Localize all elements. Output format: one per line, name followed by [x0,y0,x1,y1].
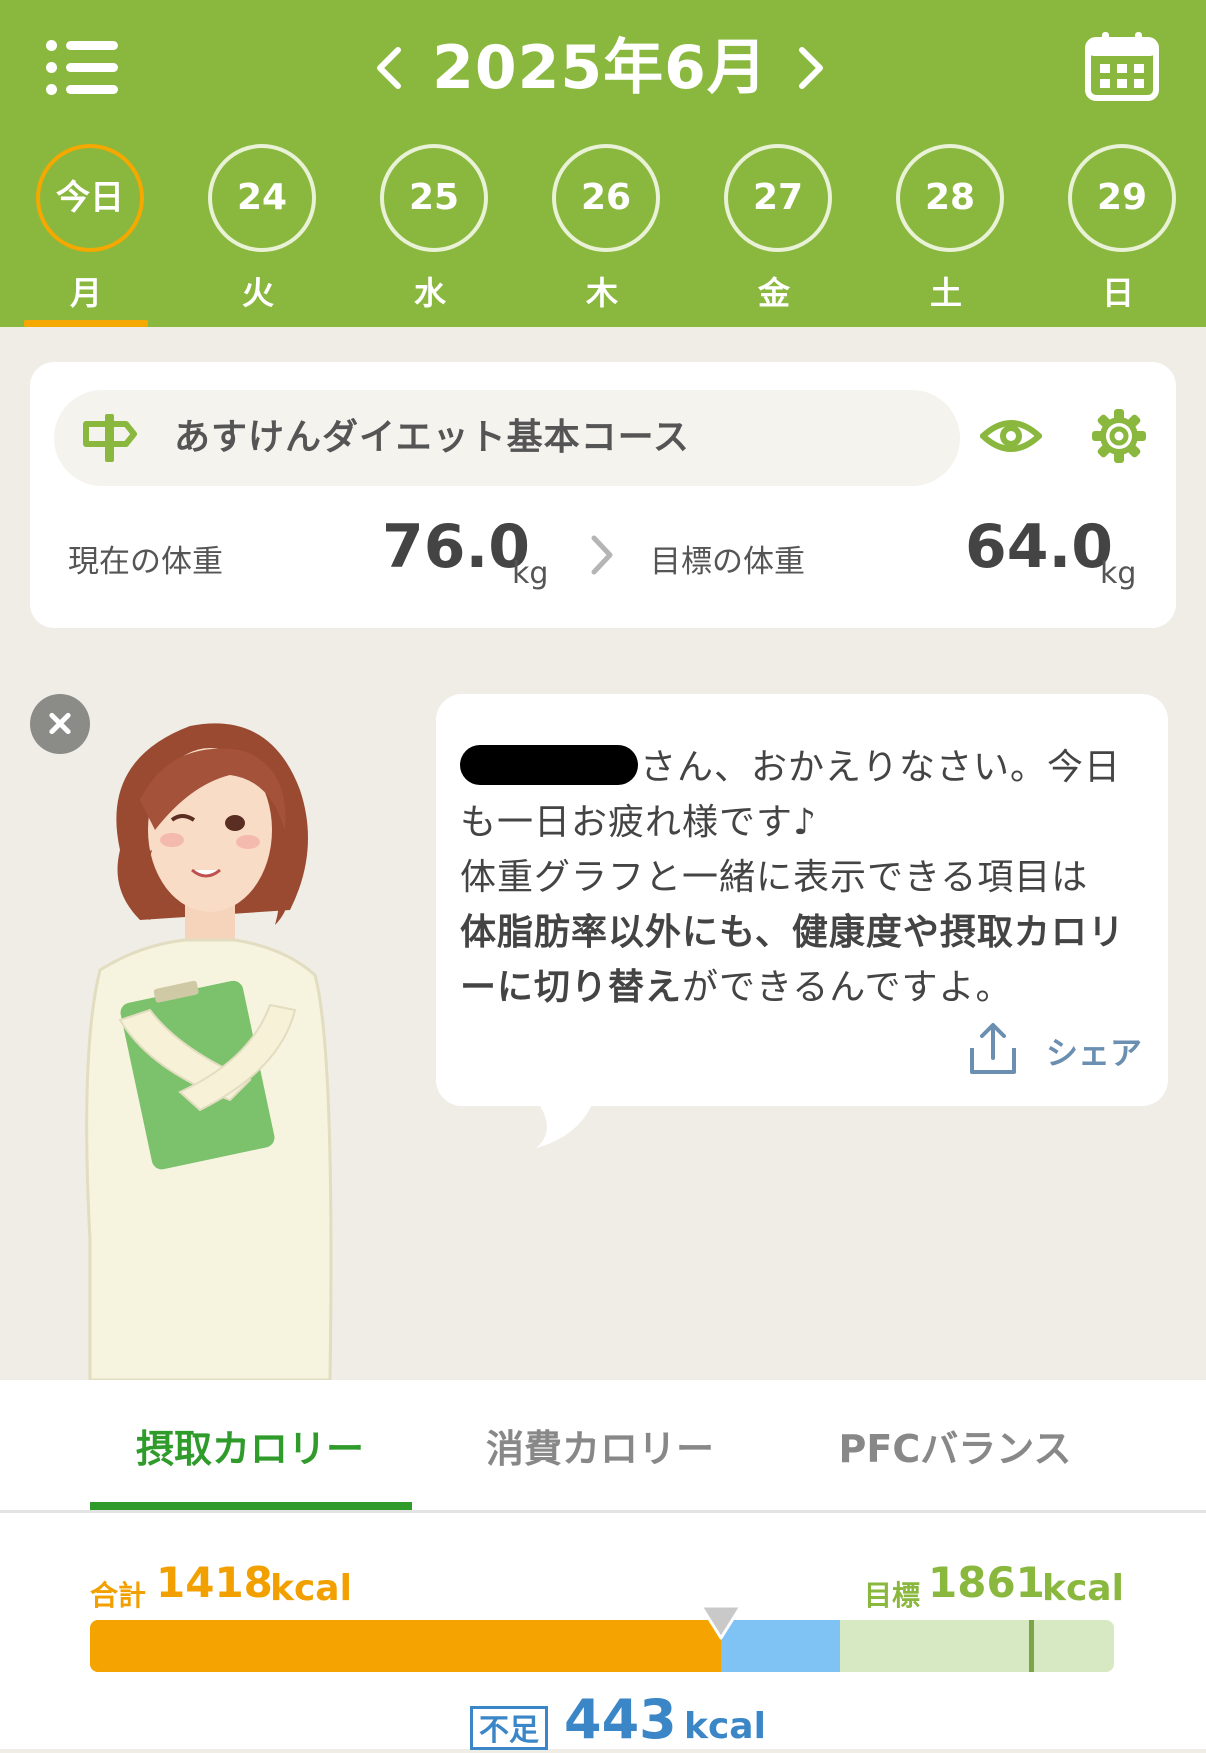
weekday-label: 日 [1101,274,1134,312]
calendar-icon[interactable] [1085,30,1159,102]
day-circle: 25 [380,144,488,252]
target-weight-label: 目標の体重 [650,544,805,580]
prev-month-button[interactable] [360,28,420,108]
weekday-label: 土 [929,274,962,312]
signpost-icon [82,412,138,464]
selected-day-indicator [24,320,148,327]
month-navigator: 2025年6月 [360,28,840,108]
total-calories-label: 合計 [90,1579,147,1612]
chevron-right-icon [582,530,622,580]
day-item-24[interactable]: 24 火 [202,140,322,327]
deficit-badge: 不足 [470,1706,548,1750]
goal-calories-value: 1861 [928,1558,1045,1607]
day-circle: 28 [896,144,1004,252]
deficit-unit: kcal [684,1706,766,1747]
day-item-27[interactable]: 27 金 [718,140,838,327]
intake-segment [90,1620,721,1672]
current-intake-marker-icon [699,1604,743,1640]
target-weight-unit: kg [1100,556,1137,591]
day-circle: 26 [552,144,660,252]
goal-marker-line [1029,1620,1034,1672]
course-name: あすけんダイエット基本コース [174,417,690,458]
day-circle: 今日 [36,144,144,252]
tab-pfc-balance[interactable]: PFCバランス [785,1418,1125,1473]
day-item-29[interactable]: 29 日 [1062,140,1182,327]
current-weight-value: 76.0 [382,512,531,582]
calorie-progress-bar [90,1620,1114,1672]
weekday-label: 金 [757,274,790,312]
active-tab-indicator [90,1502,412,1510]
weekday-label: 水 [413,274,446,312]
message-line-3: ができるんですよ。 [682,967,1013,1008]
course-card: あすけんダイエット基本コース 現在の体重 76.0 kg 目標の体重 64.0 … [30,362,1176,628]
goal-calories-label: 目標 [864,1579,921,1612]
redacted-username [460,745,638,785]
message-line-2: 体重グラフと一緒に表示できる項目は [460,857,1089,898]
tab-intake-calories[interactable]: 摂取カロリー [80,1418,420,1473]
weekday-label: 木 [585,274,618,312]
bubble-tail [530,1100,610,1152]
day-circle: 24 [208,144,316,252]
tab-burned-calories[interactable]: 消費カロリー [430,1418,770,1473]
day-item-25[interactable]: 25 水 [374,140,494,327]
deficit-value: 443 [564,1688,677,1751]
total-calories-value: 1418 [156,1558,273,1607]
weekday-label: 火 [241,274,274,312]
advisor-message: さん、おかえりなさい。今日も一日お疲れ様です♪ 体重グラフと一緒に表示できる項目… [460,740,1150,1015]
weekday-label: 月 [69,274,102,312]
advisor-message-bubble: さん、おかえりなさい。今日も一日お疲れ様です♪ 体重グラフと一緒に表示できる項目… [436,694,1168,1106]
app-header: 2025年6月 今日 月 24 火 25 水 26 木 27 金 28 土 29… [0,0,1206,327]
month-title: 2025年6月 [432,33,768,103]
next-month-button[interactable] [780,28,840,108]
course-selector[interactable]: あすけんダイエット基本コース [54,390,960,486]
day-item-26[interactable]: 26 木 [546,140,666,327]
calorie-tabs: 摂取カロリー 消費カロリー PFCバランス [0,1380,1206,1513]
target-weight-value: 64.0 [965,512,1114,582]
day-item-28[interactable]: 28 土 [890,140,1010,327]
goal-calories-unit: kcal [1042,1568,1124,1609]
share-label: シェア [1046,1034,1143,1072]
advisor-character-illustration [80,720,350,1382]
gear-icon[interactable] [1090,406,1148,466]
menu-list-icon[interactable] [46,40,118,96]
week-day-selector: 今日 月 24 火 25 水 26 木 27 金 28 土 29 日 [0,140,1206,327]
current-weight-unit: kg [512,556,549,591]
share-icon [964,1020,1022,1080]
day-item-today[interactable]: 今日 月 [30,140,150,327]
current-weight-label: 現在の体重 [68,544,223,580]
eye-icon[interactable] [978,406,1044,466]
day-circle: 29 [1068,144,1176,252]
day-circle: 27 [724,144,832,252]
total-calories-unit: kcal [270,1568,352,1609]
